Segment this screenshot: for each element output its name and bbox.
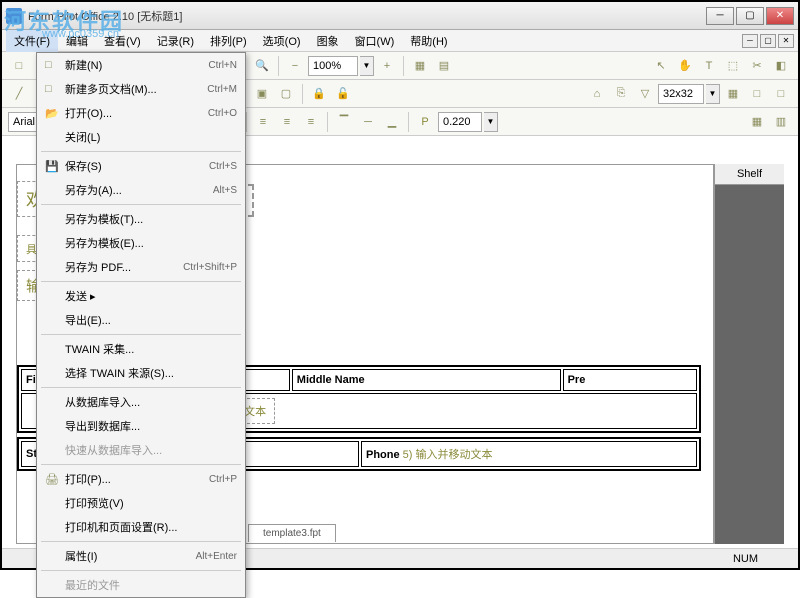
window-title: Form Pilot Office 2.10 [无标题1] [28, 8, 706, 24]
file-menu-item-15[interactable]: TWAIN 采集... [37, 337, 245, 361]
grid-icon[interactable]: ▦ [409, 55, 431, 77]
valign-mid-icon[interactable]: ─ [357, 111, 379, 133]
file-menu-item-18[interactable]: 从数据库导入... [37, 390, 245, 414]
menu-arrange[interactable]: 排列(P) [202, 30, 255, 52]
file-menu-item-10[interactable]: 另存为 PDF...Ctrl+Shift+P [37, 255, 245, 279]
t1-icon[interactable]: □ [746, 83, 768, 105]
size-dropdown[interactable]: ▼ [706, 84, 720, 104]
file-menu-item-16[interactable]: 选择 TWAIN 来源(S)... [37, 361, 245, 385]
misc-icon[interactable]: ◧ [770, 55, 792, 77]
th-phone: Phone 5) 输入并移动文本 [361, 441, 697, 467]
minimize-button[interactable]: ─ [706, 7, 734, 25]
file-menu-item-26[interactable]: 属性(I)Alt+Enter [37, 544, 245, 568]
line-icon[interactable]: ╱ [8, 83, 30, 105]
file-menu-item-1[interactable]: □新建多页文档(M)...Ctrl+M [37, 77, 245, 101]
file-menu-item-0[interactable]: □新建(N)Ctrl+N [37, 53, 245, 77]
file-menu-item-23[interactable]: 打印预览(V) [37, 491, 245, 515]
filter-icon[interactable]: ▽ [634, 83, 656, 105]
select-icon[interactable]: ⬚ [722, 55, 744, 77]
menu-options[interactable]: 选项(O) [255, 30, 309, 52]
valign-bot-icon[interactable]: ▁ [381, 111, 403, 133]
file-menu-item-28: 最近的文件 [37, 573, 245, 597]
mdi-minimize-button[interactable]: ─ [742, 34, 758, 48]
home-icon[interactable]: ⌂ [586, 83, 608, 105]
document-tabs: template3.fpt [248, 522, 336, 544]
align-center-icon[interactable]: ≡ [276, 111, 298, 133]
file-menu-item-22[interactable]: 🖨打印(P)...Ctrl+P [37, 467, 245, 491]
size-input[interactable] [658, 84, 704, 104]
th-middlename: Middle Name [292, 369, 561, 391]
align-right-icon[interactable]: ≡ [300, 111, 322, 133]
unlock-icon[interactable]: 🔓 [332, 83, 354, 105]
file-menu-item-6[interactable]: 另存为(A)...Alt+S [37, 178, 245, 202]
grid2-icon[interactable]: ▦ [722, 83, 744, 105]
crop-icon[interactable]: ✂ [746, 55, 768, 77]
maximize-button[interactable]: ▢ [736, 7, 764, 25]
t2-icon[interactable]: □ [770, 83, 792, 105]
layers-icon[interactable]: ▤ [433, 55, 455, 77]
zoom-out-icon[interactable]: − [284, 55, 306, 77]
preview-icon[interactable]: 🔍 [251, 55, 273, 77]
lock-icon[interactable]: 🔒 [308, 83, 330, 105]
file-menu-item-5[interactable]: 💾保存(S)Ctrl+S [37, 154, 245, 178]
mdi-restore-button[interactable]: ▢ [760, 34, 776, 48]
hand-icon[interactable]: ✋ [674, 55, 696, 77]
file-menu-item-24[interactable]: 打印机和页面设置(R)... [37, 515, 245, 539]
shelf-title: Shelf [715, 164, 784, 185]
menu-record[interactable]: 记录(R) [149, 30, 202, 52]
file-menu-item-9[interactable]: 另存为模板(E)... [37, 231, 245, 255]
menu-window[interactable]: 窗口(W) [347, 30, 403, 52]
mdi-close-button[interactable]: ✕ [778, 34, 794, 48]
shelf-panel: Shelf [714, 164, 784, 544]
dup-icon[interactable]: ⎘ [610, 83, 632, 105]
th-pre: Pre [563, 369, 697, 391]
file-menu-item-2[interactable]: 📂打开(O)...Ctrl+O [37, 101, 245, 125]
watermark-url: www.pc0359.cn [42, 28, 119, 40]
pointer-icon[interactable]: ↖ [650, 55, 672, 77]
file-menu-item-19[interactable]: 导出到数据库... [37, 414, 245, 438]
new-doc-icon[interactable]: □ [8, 55, 30, 77]
align-left-icon[interactable]: ≡ [252, 111, 274, 133]
text-opt1-icon[interactable]: ▦ [746, 111, 768, 133]
zoom-dropdown[interactable]: ▼ [360, 56, 374, 76]
file-menu-item-3[interactable]: 关闭(L) [37, 125, 245, 149]
file-menu-item-13[interactable]: 导出(E)... [37, 308, 245, 332]
ungroup-icon[interactable]: ▢ [275, 83, 297, 105]
text-opt2-icon[interactable]: ▥ [770, 111, 792, 133]
spacing-input[interactable] [438, 112, 482, 132]
zoom-in-icon[interactable]: + [376, 55, 398, 77]
file-menu-dropdown: □新建(N)Ctrl+N□新建多页文档(M)...Ctrl+M📂打开(O)...… [36, 52, 246, 598]
close-button[interactable]: ✕ [766, 7, 794, 25]
text-tool-icon[interactable]: T [698, 55, 720, 77]
file-menu-item-20: 快速从数据库导入... [37, 438, 245, 462]
file-menu-item-8[interactable]: 另存为模板(T)... [37, 207, 245, 231]
file-menu-item-12[interactable]: 发送 ▸ [37, 284, 245, 308]
spacing-dropdown[interactable]: ▼ [484, 112, 498, 132]
para-icon[interactable]: P [414, 111, 436, 133]
valign-top-icon[interactable]: ▔ [333, 111, 355, 133]
tab-template3[interactable]: template3.fpt [248, 524, 336, 542]
menu-image[interactable]: 图象 [309, 30, 347, 52]
group-icon[interactable]: ▣ [251, 83, 273, 105]
menu-help[interactable]: 帮助(H) [402, 30, 455, 52]
status-num: NUM [733, 553, 758, 565]
zoom-input[interactable] [308, 56, 358, 76]
